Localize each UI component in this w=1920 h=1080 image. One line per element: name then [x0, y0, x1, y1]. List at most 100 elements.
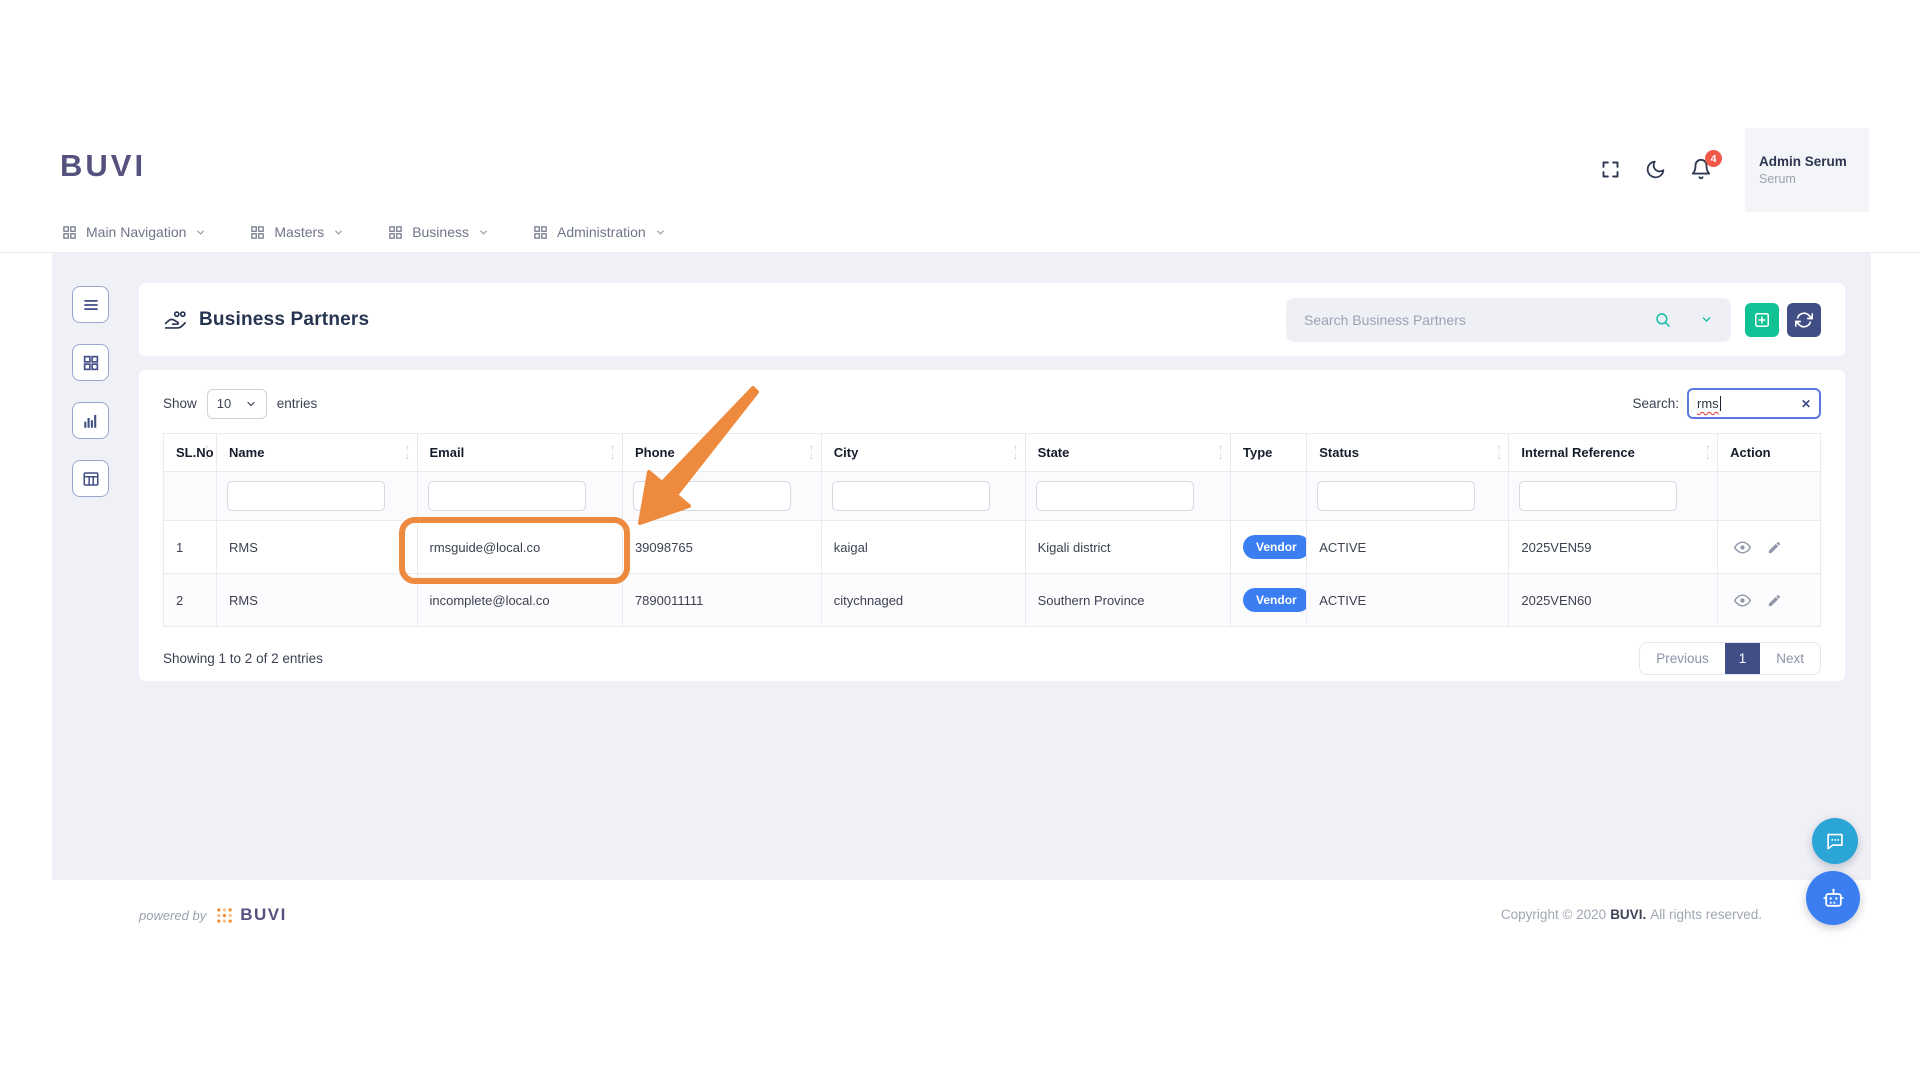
edit-button[interactable] [1767, 593, 1782, 608]
pagination: Previous 1 Next [1639, 642, 1821, 675]
rail-table-button[interactable] [72, 460, 109, 497]
column-label: State [1038, 445, 1070, 460]
view-button[interactable] [1734, 592, 1751, 609]
fullscreen-button[interactable] [1600, 159, 1621, 180]
column-label: Action [1730, 445, 1770, 460]
view-button[interactable] [1734, 539, 1751, 556]
chevron-down-icon [195, 227, 206, 238]
cell-status: ACTIVE [1307, 574, 1509, 627]
cell-state: Southern Province [1025, 574, 1230, 627]
copyright-suffix: All rights reserved. [1650, 907, 1762, 922]
nav-label: Masters [274, 224, 324, 240]
clear-search-icon[interactable]: ✕ [1801, 397, 1811, 411]
user-name: Admin Serum [1759, 154, 1869, 169]
table-search-label: Search: [1632, 396, 1679, 411]
nav-item-administration[interactable]: Administration [533, 224, 666, 240]
filter-input-name[interactable] [227, 481, 385, 511]
cell-email: incomplete@local.co [417, 574, 622, 627]
column-header-internal-reference[interactable]: Internal Reference↑↓ [1509, 434, 1718, 472]
column-header-state[interactable]: State↑↓ [1025, 434, 1230, 472]
cell-sl: 1 [164, 521, 217, 574]
cell-name: RMS [217, 521, 417, 574]
copyright-brand: BUVI. [1610, 907, 1646, 922]
notifications-button[interactable]: 4 [1690, 158, 1712, 180]
nav-item-masters[interactable]: Masters [250, 224, 344, 240]
rail-chart-button[interactable] [72, 402, 109, 439]
filter-cell-email [417, 472, 622, 521]
filter-input-internal-reference[interactable] [1519, 481, 1677, 511]
refresh-button[interactable] [1787, 303, 1821, 337]
dots-grid-icon [216, 907, 233, 924]
column-label: City [834, 445, 859, 460]
next-page-button[interactable]: Next [1760, 643, 1820, 674]
chat-fab-button[interactable] [1812, 818, 1858, 864]
partners-table: SL.No↑↓Name↑↓Email↑↓Phone↑↓City↑↓State↑↓… [163, 433, 1821, 627]
chevron-down-icon[interactable] [1700, 313, 1713, 326]
filter-cell-phone [622, 472, 821, 521]
cell-city: citychnaged [821, 574, 1025, 627]
page-size-select[interactable]: 10 [207, 389, 267, 419]
entries-label: entries [277, 396, 318, 411]
chevron-down-icon [655, 227, 666, 238]
filter-cell-action [1718, 472, 1821, 521]
column-header-phone[interactable]: Phone↑↓ [622, 434, 821, 472]
cell-type: Vendor [1231, 574, 1307, 627]
bar-chart-icon [82, 412, 100, 430]
cell-name: RMS [217, 574, 417, 627]
nav-item-business[interactable]: Business [388, 224, 489, 240]
table-row: 2RMSincomplete@local.co7890011111citychn… [164, 574, 1821, 627]
module-search-input[interactable]: Search Business Partners [1286, 298, 1731, 342]
cell-action [1718, 574, 1821, 627]
add-partner-button[interactable] [1745, 303, 1779, 337]
search-icon[interactable] [1654, 311, 1672, 329]
business-partners-icon [163, 309, 187, 331]
eye-icon [1734, 539, 1751, 556]
filter-cell-internal-reference [1509, 472, 1718, 521]
column-header-status[interactable]: Status↑↓ [1307, 434, 1509, 472]
chevron-down-icon [245, 398, 257, 410]
column-header-type: Type [1231, 434, 1307, 472]
edit-button[interactable] [1767, 540, 1782, 555]
add-box-icon [1752, 310, 1772, 330]
filter-input-status[interactable] [1317, 481, 1475, 511]
cell-action [1718, 521, 1821, 574]
copyright-prefix: Copyright © 2020 [1501, 907, 1606, 922]
filter-input-city[interactable] [832, 481, 990, 511]
user-menu[interactable]: Admin Serum Serum [1745, 128, 1869, 212]
moon-icon [1645, 159, 1666, 180]
column-header-email[interactable]: Email↑↓ [417, 434, 622, 472]
rail-menu-button[interactable] [72, 286, 109, 323]
grid-icon [82, 354, 100, 372]
column-header-sl-no[interactable]: SL.No↑↓ [164, 434, 217, 472]
column-header-name[interactable]: Name↑↓ [217, 434, 417, 472]
filter-input-state[interactable] [1036, 481, 1194, 511]
table-search-input[interactable]: rms ✕ [1687, 388, 1821, 419]
dark-mode-button[interactable] [1645, 159, 1666, 180]
filter-cell-status [1307, 472, 1509, 521]
page-number-button[interactable]: 1 [1725, 643, 1761, 674]
page-size-value: 10 [217, 396, 231, 411]
sort-icon: ↑↓ [610, 445, 615, 461]
filter-input-email[interactable] [428, 481, 586, 511]
rail-grid-button[interactable] [72, 344, 109, 381]
cell-internal-reference: 2025VEN59 [1509, 521, 1718, 574]
nav-item-main-navigation[interactable]: Main Navigation [62, 224, 206, 240]
previous-page-button[interactable]: Previous [1640, 643, 1725, 674]
grid-icon [533, 225, 548, 240]
grid-icon [388, 225, 403, 240]
filter-input-phone[interactable] [633, 481, 791, 511]
chevron-down-icon [478, 227, 489, 238]
app-logo[interactable]: BUVI [60, 148, 146, 184]
column-header-city[interactable]: City ↑↓ [821, 434, 1025, 472]
robot-icon [1820, 885, 1847, 912]
column-label: Status [1319, 445, 1359, 460]
cell-status: ACTIVE [1307, 521, 1509, 574]
user-role: Serum [1759, 172, 1869, 186]
column-header-action: Action [1718, 434, 1821, 472]
sort-icon: ↑↓ [1013, 445, 1018, 461]
nav-label: Main Navigation [86, 224, 186, 240]
partners-table-card: Show 10 entries Search: rms ✕ SL.No↑↓Nam… [139, 370, 1845, 681]
assistant-fab-button[interactable] [1806, 871, 1860, 925]
column-label: Internal Reference [1521, 445, 1634, 460]
powered-by-label: powered by [139, 908, 206, 923]
